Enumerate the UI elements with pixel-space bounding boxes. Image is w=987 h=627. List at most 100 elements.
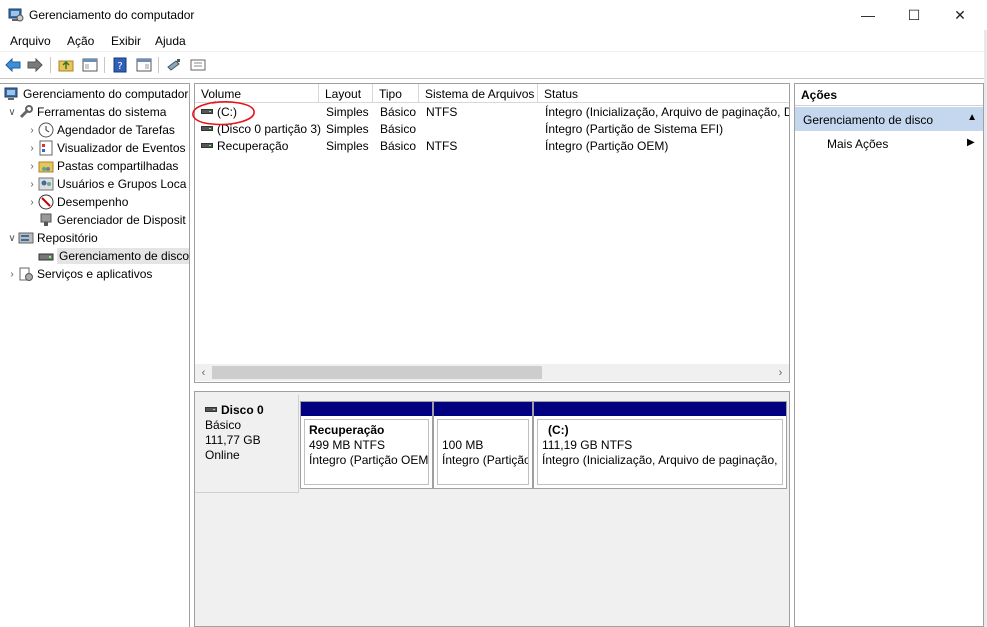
partition-efi[interactable]: 100 MB Íntegro (Partição xyxy=(433,401,533,489)
column-header-layout[interactable]: Layout xyxy=(319,84,373,103)
collapsed-chevron-icon[interactable]: › xyxy=(26,161,38,172)
disk-state: Online xyxy=(205,448,240,462)
table-row[interactable]: Recuperação Simples Básico NTFS Íntegro … xyxy=(195,138,789,155)
partition-status: Íntegro (Inicialização, Arquivo de pagin… xyxy=(542,453,778,467)
minimize-button[interactable]: — xyxy=(845,0,891,30)
menu-ajuda[interactable]: Ajuda xyxy=(155,34,186,48)
partition-name xyxy=(442,423,524,438)
tree-item-visualizador[interactable]: › Visualizador de Eventos xyxy=(26,139,186,157)
device-manager-icon xyxy=(38,212,54,228)
toolbar-separator xyxy=(50,57,51,73)
properties-button[interactable] xyxy=(189,56,207,74)
help-button[interactable]: ? xyxy=(111,56,129,74)
tree-item-gerenciamento-disco[interactable]: Gerenciamento de disco xyxy=(38,247,190,265)
partition-name: Recuperação xyxy=(309,423,385,437)
tree-root[interactable]: Gerenciamento do computador xyxy=(4,85,188,103)
tree-item-repositorio[interactable]: ∨ Repositório xyxy=(6,229,97,247)
scroll-left-icon[interactable]: ‹ xyxy=(195,364,212,381)
tree-item-agendador[interactable]: › Agendador de Tarefas xyxy=(26,121,175,139)
column-header-status[interactable]: Status xyxy=(538,84,789,103)
partition-bar xyxy=(434,402,532,416)
actions-pane: Ações Gerenciamento de disco ▲ Mais Açõe… xyxy=(794,83,984,627)
tree-item-label: Agendador de Tarefas xyxy=(57,123,175,137)
disk-0-label[interactable]: Disco 0 Básico 111,77 GB Online xyxy=(195,395,299,493)
tree-item-label: Gerenciador de Disposit xyxy=(57,213,186,227)
expanded-chevron-icon[interactable]: ∨ xyxy=(6,233,18,244)
volume-name: Recuperação xyxy=(217,139,289,153)
partition-size: 111,19 GB NTFS xyxy=(542,438,633,452)
back-arrow-icon xyxy=(5,58,21,72)
scrollbar-thumb[interactable] xyxy=(212,366,542,379)
actions-section-label: Gerenciamento de disco xyxy=(803,113,934,127)
partition-details: Recuperação 499 MB NTFS Íntegro (Partiçã… xyxy=(304,419,429,485)
tree-item-label: Gerenciamento de disco xyxy=(57,248,190,264)
volume-list: Volume Layout Tipo Sistema de Arquivos S… xyxy=(194,83,790,383)
column-header-tipo[interactable]: Tipo xyxy=(373,84,419,103)
table-row[interactable]: (Disco 0 partição 3) Simples Básico Ínte… xyxy=(195,121,789,138)
toolbar: ? xyxy=(0,52,987,79)
volume-cell: Recuperação xyxy=(201,139,288,153)
menu-arquivo[interactable]: Arquivo xyxy=(10,34,51,48)
tree-item-label: Ferramentas do sistema xyxy=(37,105,167,119)
tree-item-label: Pastas compartilhadas xyxy=(57,159,179,173)
collapsed-chevron-icon[interactable]: › xyxy=(26,143,38,154)
minimize-icon: — xyxy=(861,7,875,23)
up-folder-button[interactable] xyxy=(57,56,75,74)
submenu-arrow-icon[interactable]: ▶ xyxy=(967,137,975,148)
disk-name: Disco 0 xyxy=(221,403,264,417)
actions-section-disk[interactable]: Gerenciamento de disco ▲ xyxy=(795,107,983,131)
tree-item-gerenciador-dispositivos[interactable]: Gerenciador de Disposit xyxy=(38,211,186,229)
scroll-right-icon[interactable]: › xyxy=(772,364,789,381)
tipo-cell: Básico xyxy=(380,139,417,153)
column-header-sistema[interactable]: Sistema de Arquivos xyxy=(419,84,538,103)
show-action-pane-button[interactable] xyxy=(135,56,153,74)
table-row[interactable]: (C:) Simples Básico NTFS Íntegro (Inicia… xyxy=(195,104,789,121)
console-tree: Gerenciamento do computador ∨ Ferramenta… xyxy=(0,83,190,627)
actions-title: Ações xyxy=(795,84,983,106)
horizontal-scrollbar[interactable]: ‹ › xyxy=(195,364,789,381)
collapsed-chevron-icon[interactable]: › xyxy=(6,269,18,280)
shared-folder-icon xyxy=(38,158,54,174)
filesystem-cell: NTFS xyxy=(426,105,458,119)
maximize-icon: ☐ xyxy=(907,6,921,23)
partition-c[interactable]: (C:) 111,19 GB NTFS Íntegro (Inicializaç… xyxy=(533,401,787,489)
tree-item-label: Visualizador de Eventos xyxy=(57,141,186,155)
computer-management-icon xyxy=(4,86,20,102)
partition-status: Íntegro (Partição OEM) xyxy=(309,453,429,467)
collapsed-chevron-icon[interactable]: › xyxy=(26,125,38,136)
properties-icon xyxy=(190,59,206,71)
drive-icon xyxy=(201,126,213,132)
expanded-chevron-icon[interactable]: ∨ xyxy=(6,107,18,118)
tree-item-usuarios[interactable]: › Usuários e Grupos Loca xyxy=(26,175,186,193)
partition-recuperacao[interactable]: Recuperação 499 MB NTFS Íntegro (Partiçã… xyxy=(300,401,433,489)
tree-item-pastas[interactable]: › Pastas compartilhadas xyxy=(26,157,178,175)
filesystem-cell: NTFS xyxy=(426,139,458,153)
forward-button[interactable] xyxy=(26,56,44,74)
disk-type: Básico xyxy=(205,418,242,432)
show-tree-button[interactable] xyxy=(81,56,99,74)
collapsed-chevron-icon[interactable]: › xyxy=(26,179,38,190)
back-button[interactable] xyxy=(4,56,22,74)
more-actions-item[interactable]: Mais Ações xyxy=(827,137,888,151)
partition-details: 100 MB Íntegro (Partição xyxy=(437,419,529,485)
close-button[interactable]: ✕ xyxy=(937,0,983,30)
partition-bar xyxy=(534,402,786,416)
tree-item-desempenho[interactable]: › Desempenho xyxy=(26,193,128,211)
tree-item-label: Desempenho xyxy=(57,195,129,209)
menu-acao[interactable]: Ação xyxy=(67,34,94,48)
tree-item-servicos[interactable]: › Serviços e aplicativos xyxy=(6,265,152,283)
connect-button[interactable] xyxy=(165,56,183,74)
annotation-circle xyxy=(192,101,255,126)
users-icon xyxy=(38,176,54,192)
storage-icon xyxy=(18,230,34,246)
menu-exibir[interactable]: Exibir xyxy=(111,34,141,48)
collapse-up-icon[interactable]: ▲ xyxy=(967,112,977,123)
disk-icon xyxy=(205,407,217,413)
collapsed-chevron-icon[interactable]: › xyxy=(26,197,38,208)
toolbar-separator xyxy=(158,57,159,73)
maximize-button[interactable]: ☐ xyxy=(891,0,937,30)
window-title: Gerenciamento do computador xyxy=(29,8,195,22)
drive-icon xyxy=(201,143,213,149)
folder-up-icon xyxy=(58,60,74,72)
tree-item-ferramentas[interactable]: ∨ Ferramentas do sistema xyxy=(6,103,166,121)
